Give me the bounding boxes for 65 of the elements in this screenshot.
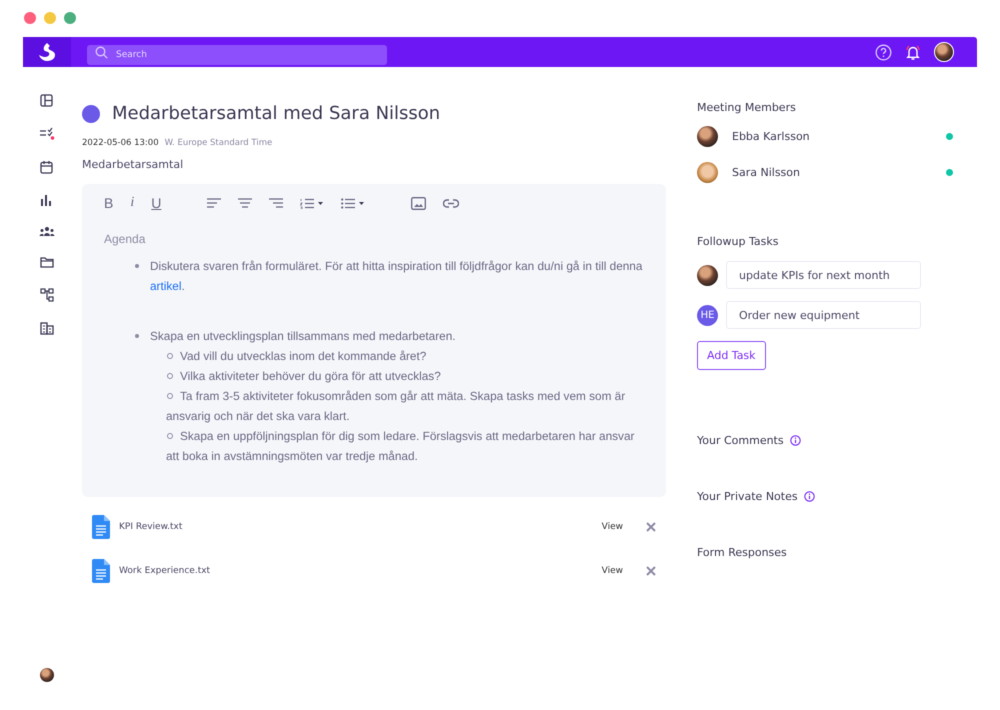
align-center-icon[interactable] <box>238 198 252 208</box>
team-icon[interactable] <box>38 226 54 236</box>
agenda-subitem: Vilka aktiviteter behöver du göra för att utvecklas? <box>180 369 441 383</box>
align-right-icon[interactable] <box>269 198 284 208</box>
task-field[interactable]: update KPIs for next month <box>726 261 921 289</box>
member-name: Ebba Karlsson <box>732 130 811 143</box>
view-button[interactable]: View <box>602 566 623 576</box>
bullet-list-icon[interactable] <box>341 198 366 208</box>
add-task-button[interactable]: Add Task <box>697 341 766 370</box>
notification-bell-icon[interactable] <box>904 44 922 60</box>
meeting-timezone: W. Europe Standard Time <box>164 138 272 148</box>
meeting-datetime: 2022-05-06 13:00 <box>82 138 159 148</box>
help-icon[interactable] <box>875 44 892 60</box>
article-link[interactable]: artikel <box>150 279 182 293</box>
info-icon[interactable] <box>804 491 815 502</box>
section-heading: Meeting Members <box>697 101 797 114</box>
dashboard-icon[interactable] <box>40 94 53 107</box>
section-heading: Form Responses <box>697 546 787 559</box>
section-heading: Your Private Notes <box>697 490 798 503</box>
agenda-subitem: Skapa en uppföljningsplan för dig som ledare. Förslagsvis att medarbetaren har ansvar att boka in avstämningsmöten var tredje månad. <box>166 429 634 463</box>
maximize-window-button[interactable] <box>64 12 76 24</box>
numbered-list-icon[interactable] <box>300 198 324 208</box>
file-name: KPI Review.txt <box>119 522 184 532</box>
document-icon <box>92 559 110 583</box>
agenda-item: Skapa en utvecklingsplan tillsammans med medarbetaren. <box>150 329 456 343</box>
building-icon[interactable] <box>40 322 54 335</box>
remove-icon[interactable] <box>646 522 656 532</box>
view-button[interactable]: View <box>602 522 623 532</box>
search-icon <box>95 46 108 58</box>
format-button[interactable]: i <box>130 195 134 211</box>
logo-icon <box>38 42 56 62</box>
file-name: Work Experience.txt <box>119 566 212 576</box>
meeting-color-dot <box>82 104 100 122</box>
format-button[interactable]: U <box>151 195 162 211</box>
assignee-avatar: HE <box>697 304 718 326</box>
flowchart-icon[interactable] <box>40 288 54 302</box>
close-window-button[interactable] <box>24 12 36 24</box>
section-heading: Your Comments <box>697 434 784 447</box>
document-icon <box>92 515 110 539</box>
folder-icon[interactable] <box>40 256 54 268</box>
remove-icon[interactable] <box>646 566 656 576</box>
member-avatar <box>697 126 718 147</box>
format-button[interactable]: B <box>104 195 114 211</box>
agenda-subitem: Vad vill du utvecklas inom det kommande året? <box>180 349 426 363</box>
section-heading: Followup Tasks <box>697 235 780 248</box>
align-left-icon[interactable] <box>207 198 222 208</box>
calendar-icon[interactable] <box>40 160 53 174</box>
task-field[interactable]: Order new equipment <box>726 301 921 329</box>
link-icon[interactable] <box>443 198 460 208</box>
search-field[interactable]: Search <box>87 45 387 65</box>
agenda-item: Diskutera svaren från formuläret. För att hitta inspiration till följdfrågor kan du/ni gå in till denna artikel. <box>150 259 642 293</box>
member-name: Sara Nilsson <box>732 166 801 179</box>
task-list-icon[interactable] <box>38 127 54 140</box>
meeting-title: Medarbetarsamtal med Sara Nilsson <box>112 103 440 124</box>
agenda-subitem: Ta fram 3-5 aktiviteter fokusområden som går att mäta. Skapa tasks med vem som är ansvarig och när det ska vara klart. <box>166 389 626 423</box>
text-editor[interactable] <box>82 184 666 497</box>
bar-chart-icon[interactable] <box>40 194 53 206</box>
agenda-heading: Agenda <box>104 232 146 246</box>
user-avatar[interactable] <box>934 42 954 62</box>
assignee-avatar <box>697 264 718 286</box>
info-icon[interactable] <box>790 435 801 446</box>
image-icon[interactable] <box>411 196 426 210</box>
profile-avatar[interactable] <box>40 668 54 682</box>
meeting-type: Medarbetarsamtal <box>82 158 184 171</box>
member-avatar <box>697 162 718 183</box>
